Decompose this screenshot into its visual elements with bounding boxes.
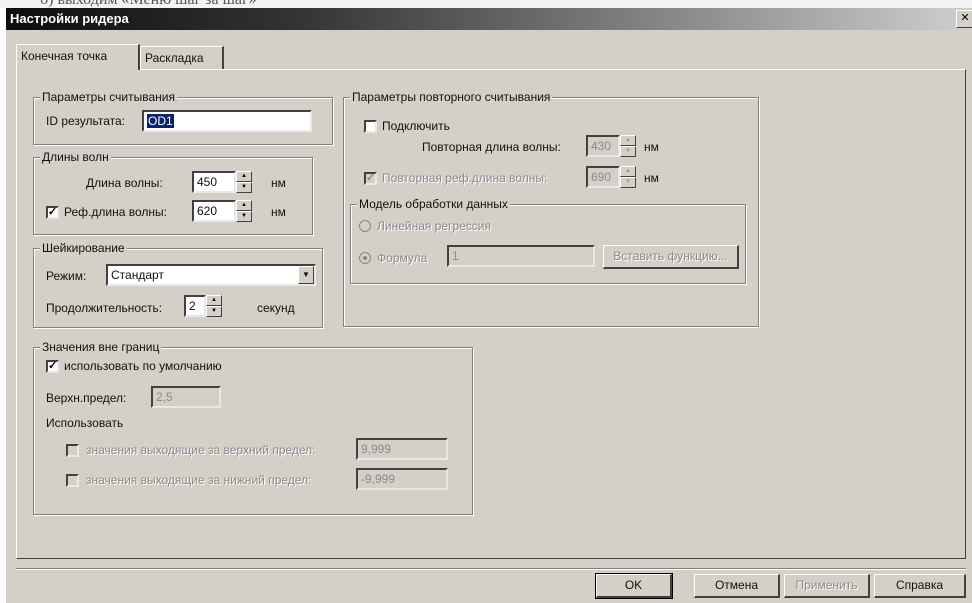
apply-button[interactable]: Применить (784, 574, 870, 598)
shaking-group: Шейкирование Режим: Стандарт ▼ Продолжит… (33, 241, 323, 328)
data-model-group: Модель обработки данных Линейная регресс… (350, 197, 746, 284)
below-limit-label: значения выходящие за нижний предел: (86, 473, 312, 487)
upper-limit-label: Верхн.предел: (46, 391, 127, 405)
linear-regression-label: Линейная регрессия (377, 219, 491, 233)
ref-wavelength-input[interactable]: 620 (192, 200, 236, 222)
dialog-title: Настройки ридера (10, 11, 129, 26)
reread-params-legend: Параметры повторного считывания (350, 90, 553, 104)
shaking-duration-unit: секунд (257, 301, 295, 315)
reread-ref-input[interactable]: 690 (586, 166, 620, 188)
tab-layout[interactable]: Раскладка (140, 46, 224, 69)
spin-up-icon[interactable]: ▲ (236, 171, 252, 182)
reread-ref-checkbox[interactable]: ✓ (364, 172, 377, 185)
reread-wavelength-unit: нм (644, 140, 659, 154)
above-limit-label: значения выходящие за верхний предел: (86, 443, 316, 457)
below-limit-input[interactable]: -9,999 (356, 468, 448, 490)
cancel-button[interactable]: Отмена (694, 574, 780, 598)
ref-wavelength-label: Реф.длина волны: (64, 205, 167, 219)
data-model-legend: Модель обработки данных (357, 197, 510, 211)
shaking-duration-spinner[interactable]: ▲ ▼ (206, 295, 222, 317)
shaking-mode-select[interactable]: Стандарт ▼ (106, 264, 316, 286)
reread-ref-unit: нм (644, 171, 659, 185)
wavelengths-legend: Длины волн (40, 150, 111, 164)
shaking-mode-label: Режим: (46, 269, 87, 283)
reread-enable-label: Подключить (382, 119, 450, 133)
spin-up-icon[interactable]: ▲ (620, 166, 636, 177)
spin-down-icon[interactable]: ▼ (620, 177, 636, 188)
read-params-group: Параметры считывания ID результата: OD1 (33, 90, 333, 145)
reread-enable-checkbox[interactable] (364, 120, 377, 133)
spin-down-icon[interactable]: ▼ (206, 306, 222, 317)
ref-wavelength-spinner[interactable]: ▲ ▼ (236, 200, 252, 222)
ref-wavelength-unit: нм (271, 205, 286, 219)
wavelengths-group: Длины волн Длина волны: 450 ▲ ▼ нм ✓ Реф… (33, 150, 313, 235)
above-limit-input[interactable]: 9,999 (356, 438, 448, 460)
upper-limit-input[interactable]: 2,5 (151, 386, 221, 408)
shaking-mode-value: Стандарт (111, 268, 164, 282)
spin-up-icon[interactable]: ▲ (206, 295, 222, 306)
result-id-label: ID результата: (46, 114, 125, 128)
help-button[interactable]: Справка (874, 574, 966, 598)
out-of-range-legend: Значения вне границ (40, 340, 162, 354)
background-caption: б) выходим «Меню шаг за шаг» (0, 0, 972, 8)
footer-separator (16, 568, 966, 570)
reread-wavelength-label: Повторная длина волны: (422, 140, 561, 154)
reread-wavelength-input[interactable]: 430 (586, 135, 620, 157)
spin-down-icon[interactable]: ▼ (236, 182, 252, 193)
out-of-range-group: Значения вне границ ✓ использовать по ум… (33, 340, 473, 515)
spin-down-icon[interactable]: ▼ (620, 146, 636, 157)
result-id-value: OD1 (147, 114, 174, 128)
spin-up-icon[interactable]: ▲ (620, 135, 636, 146)
spin-up-icon[interactable]: ▲ (236, 200, 252, 211)
reader-settings-dialog: Настройки ридера ✕ Конечная точка Раскла… (6, 8, 972, 603)
formula-radio[interactable] (359, 252, 371, 264)
reread-ref-label: Повторная реф.длина волны: (382, 171, 548, 185)
insert-function-button[interactable]: Вставить функцию... (603, 245, 739, 269)
shaking-duration-input[interactable]: 2 (184, 295, 206, 317)
chevron-down-icon[interactable]: ▼ (298, 266, 314, 284)
below-limit-checkbox[interactable] (66, 474, 79, 487)
tab-endpoint[interactable]: Конечная точка (16, 44, 140, 70)
reread-wavelength-spinner[interactable]: ▲ ▼ (620, 135, 636, 157)
ok-button[interactable]: OK (595, 573, 673, 599)
title-bar[interactable]: Настройки ридера ✕ (6, 8, 972, 30)
formula-label: Формула (377, 251, 428, 265)
read-params-legend: Параметры считывания (40, 90, 177, 104)
shaking-duration-label: Продолжительность: (46, 301, 163, 315)
wavelength-spinner[interactable]: ▲ ▼ (236, 171, 252, 193)
formula-input[interactable]: 1 (447, 245, 595, 267)
result-id-input[interactable]: OD1 (142, 110, 312, 132)
use-default-checkbox[interactable]: ✓ (46, 360, 59, 373)
above-limit-checkbox[interactable] (66, 444, 79, 457)
linear-regression-radio[interactable] (359, 220, 371, 232)
shaking-legend: Шейкирование (40, 241, 127, 255)
spin-down-icon[interactable]: ▼ (236, 211, 252, 222)
close-icon[interactable]: ✕ (956, 10, 972, 28)
use-default-label: использовать по умолчанию (64, 359, 222, 373)
reread-ref-spinner[interactable]: ▲ ▼ (620, 166, 636, 188)
wavelength-unit: нм (271, 176, 286, 190)
ref-wavelength-checkbox[interactable]: ✓ (46, 206, 59, 219)
reread-params-group: Параметры повторного считывания Подключи… (343, 90, 759, 327)
wavelength-label: Длина волны: (86, 176, 163, 190)
wavelength-input[interactable]: 450 (192, 171, 236, 193)
use-label: Использовать (46, 416, 124, 430)
tab-panel-endpoint: Параметры считывания ID результата: OD1 … (16, 69, 966, 559)
